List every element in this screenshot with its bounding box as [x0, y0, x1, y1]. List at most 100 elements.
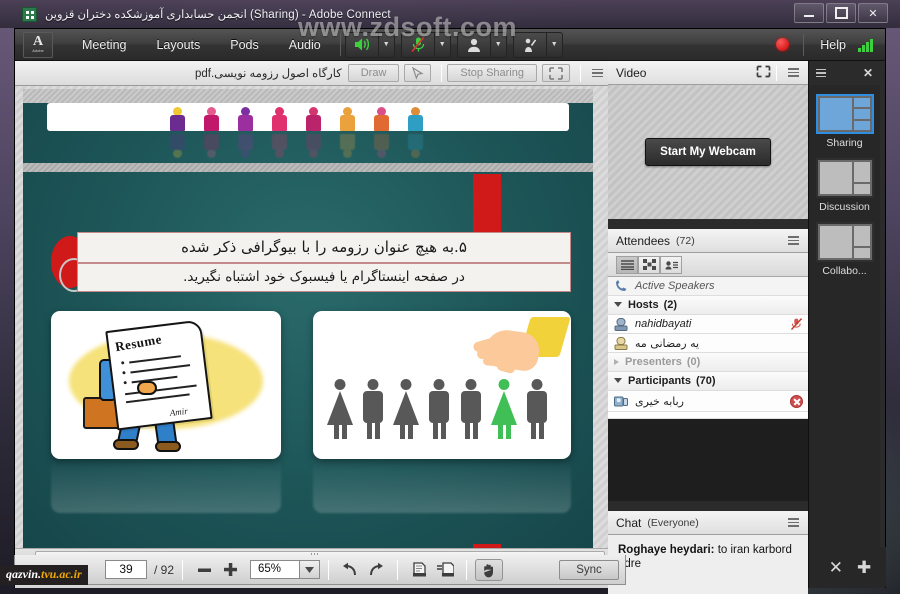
chat-message-author: Roghaye heydari: [618, 544, 715, 556]
picking-hand-shape [472, 315, 571, 387]
previous-page-button[interactable] [406, 559, 432, 581]
redo-button[interactable] [363, 559, 389, 581]
mic-muted-icon [790, 318, 803, 330]
zoom-out-button[interactable] [191, 559, 217, 581]
group-hosts-count: (2) [663, 299, 678, 311]
watermark-bottom-a: qazvin. [6, 567, 42, 581]
zoom-level-value[interactable]: 65% [250, 560, 301, 579]
group-participants-label: Participants [628, 375, 691, 387]
list-view-icon[interactable] [616, 255, 638, 274]
layout-item-sharing[interactable]: Sharing [815, 94, 874, 149]
chat-message-list[interactable]: Roghaye heydari: to iran karbord ndre [608, 535, 808, 594]
chevron-right-icon [614, 359, 619, 365]
zoom-in-button[interactable] [217, 559, 243, 581]
microphone-muted-icon[interactable] [400, 31, 435, 58]
stop-sharing-button[interactable]: Stop Sharing [447, 64, 537, 82]
card-view-icon[interactable] [660, 255, 682, 274]
current-page-input[interactable]: 39 [105, 560, 147, 579]
group-hosts[interactable]: Hosts (2) [608, 296, 808, 315]
webcam-icon[interactable] [456, 31, 491, 58]
group-participants[interactable]: Participants (70) [608, 372, 808, 391]
chat-pod-header: Chat (Everyone) [608, 511, 808, 535]
active-speakers-label: Active Speakers [635, 280, 715, 292]
attendee-row-partial[interactable] [608, 412, 808, 419]
next-page-button[interactable] [432, 559, 458, 581]
watermark-bottom-b: tvu.ac.ir [41, 567, 82, 581]
adobe-logo-letter: A [32, 34, 44, 49]
layouts-rail: ✕ Sharing Discussion Collabo... [808, 61, 880, 588]
share-pod-header: کارگاه اصول رزومه نویسی.pdf Draw Stop Sh… [15, 61, 608, 86]
fullscreen-icon[interactable] [542, 64, 570, 82]
close-button[interactable]: ✕ [858, 3, 888, 23]
participant-avatar-icon [614, 395, 628, 408]
pdf-footer-toolbar: 39 / 92 65% Sync [14, 555, 626, 585]
slide-image-resume-reflection [51, 459, 281, 513]
rail-menu-icon[interactable] [816, 68, 826, 79]
group-presenters[interactable]: Presenters (0) [608, 353, 808, 372]
close-pods-icon[interactable]: ✕ [829, 559, 843, 576]
draw-button[interactable]: Draw [347, 64, 400, 82]
pods-view-icon[interactable] [638, 255, 660, 274]
menu-audio[interactable]: Audio [277, 34, 333, 56]
menu-layouts[interactable]: Layouts [144, 34, 212, 56]
video-pod-header: Video [608, 61, 808, 85]
deny-icon[interactable] [790, 394, 803, 408]
adobe-logo-icon: A Adobe [23, 31, 53, 58]
pod-corner-controls: ✕ ✚ [814, 547, 886, 587]
add-pod-icon[interactable]: ✚ [857, 559, 871, 576]
status-dropdown-arrow[interactable]: ▼ [546, 31, 563, 58]
help-button[interactable]: Help [820, 38, 846, 52]
host-avatar-icon [614, 336, 628, 350]
minimize-button[interactable] [794, 3, 824, 23]
layout-item-discussion[interactable]: Discussion [815, 158, 874, 213]
chevron-down-icon [614, 302, 622, 310]
video-pod-body: Start My Webcam [608, 85, 808, 219]
group-presenters-count: (0) [686, 356, 701, 368]
attendees-pod-menu-icon[interactable] [782, 235, 804, 246]
menu-pods[interactable]: Pods [218, 34, 271, 56]
meeting-body: کارگاه اصول رزومه نویسی.pdf Draw Stop Sh… [15, 61, 885, 594]
slide-viewport[interactable]: ۵.به هیچ عنوان رزومه را با بیوگرافی ذکر … [15, 86, 608, 564]
menubar-divider [339, 33, 341, 56]
slide-text-line-2: در صفحه اینستاگرام یا فیسبوک خود اشتباه … [77, 263, 571, 292]
resume-signature: Amir [169, 405, 189, 418]
layout-item-collaboration[interactable]: Collabo... [815, 222, 874, 277]
slide-image-people-reflection [313, 459, 571, 513]
chat-pod-menu-icon[interactable] [782, 517, 804, 528]
rail-close-icon[interactable]: ✕ [863, 66, 873, 80]
camera-dropdown-arrow[interactable]: ▼ [490, 31, 507, 58]
video-fullscreen-icon[interactable] [756, 65, 771, 81]
adobe-logo-caption: Adobe [32, 48, 44, 53]
maximize-button[interactable] [826, 3, 856, 23]
speaker-icon[interactable] [344, 31, 379, 58]
host-avatar-icon [614, 317, 628, 331]
slide-top-band [23, 89, 593, 103]
attendee-name: nahidbayati [635, 318, 692, 330]
start-my-webcam-button[interactable]: Start My Webcam [645, 138, 771, 166]
hand-pan-button[interactable] [475, 558, 504, 581]
slide-callout: ۵.به هیچ عنوان رزومه را با بیوگرافی ذکر … [51, 232, 571, 294]
attendees-pod: Attendees (72) Active Speakers Hosts (2)… [608, 229, 808, 501]
microphone-dropdown-arrow[interactable]: ▼ [434, 31, 451, 58]
undo-button[interactable] [337, 559, 363, 581]
attendee-row-participant-1[interactable]: ربابه خیری [608, 391, 808, 412]
attendee-row-host-2[interactable]: یه رمضانی مه [608, 334, 808, 353]
raise-hand-icon[interactable] [512, 31, 547, 58]
resume-page-shape: Resume Amir [105, 319, 213, 431]
record-dot-icon[interactable] [776, 38, 790, 51]
attendee-row-host-1[interactable]: nahidbayati [608, 315, 808, 334]
layout-thumb-sharing [815, 94, 874, 134]
share-pod-menu-icon[interactable] [586, 68, 608, 79]
active-speakers-row: Active Speakers [608, 277, 808, 296]
video-pod-menu-icon[interactable] [782, 67, 804, 78]
sync-button[interactable]: Sync [559, 559, 619, 580]
pointer-icon[interactable] [404, 64, 432, 82]
zoom-dropdown-arrow[interactable] [300, 560, 321, 579]
layout-thumb-discussion [815, 158, 874, 198]
attendee-name: ربابه خیری [635, 394, 684, 408]
highlighted-person-shape [491, 379, 517, 441]
speaker-dropdown-arrow[interactable]: ▼ [378, 31, 395, 58]
adobe-connect-window: A Adobe Meeting Layouts Pods Audio ▼ ▼ ▼… [14, 28, 886, 594]
microphone-control-group: ▼ [400, 31, 451, 58]
menu-meeting[interactable]: Meeting [70, 34, 138, 56]
